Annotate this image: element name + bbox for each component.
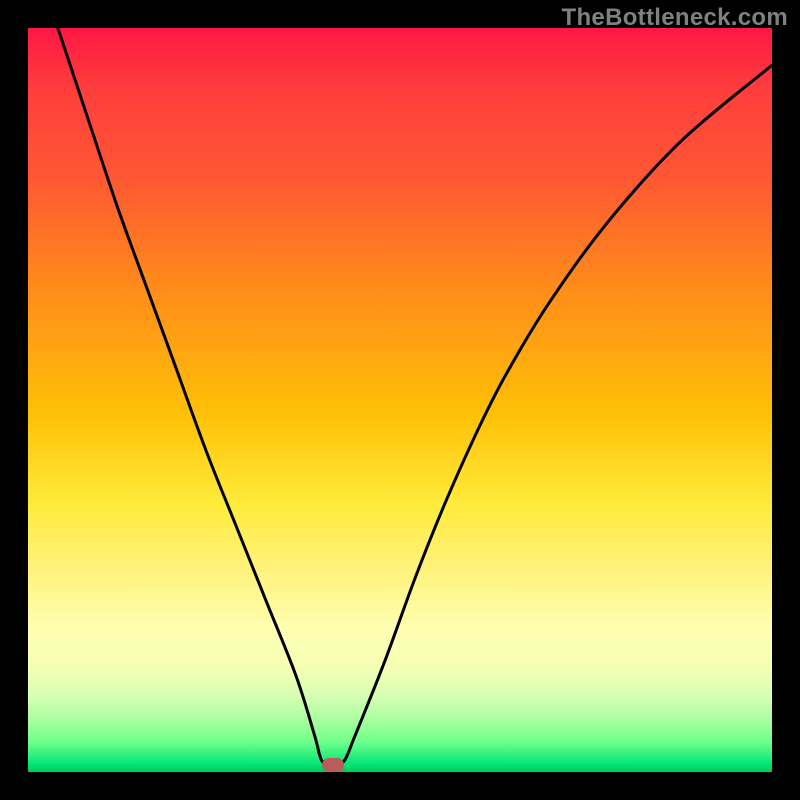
bottleneck-curve (28, 28, 772, 772)
optimum-marker (322, 758, 344, 772)
chart-frame: TheBottleneck.com (0, 0, 800, 800)
plot-area (28, 28, 772, 772)
